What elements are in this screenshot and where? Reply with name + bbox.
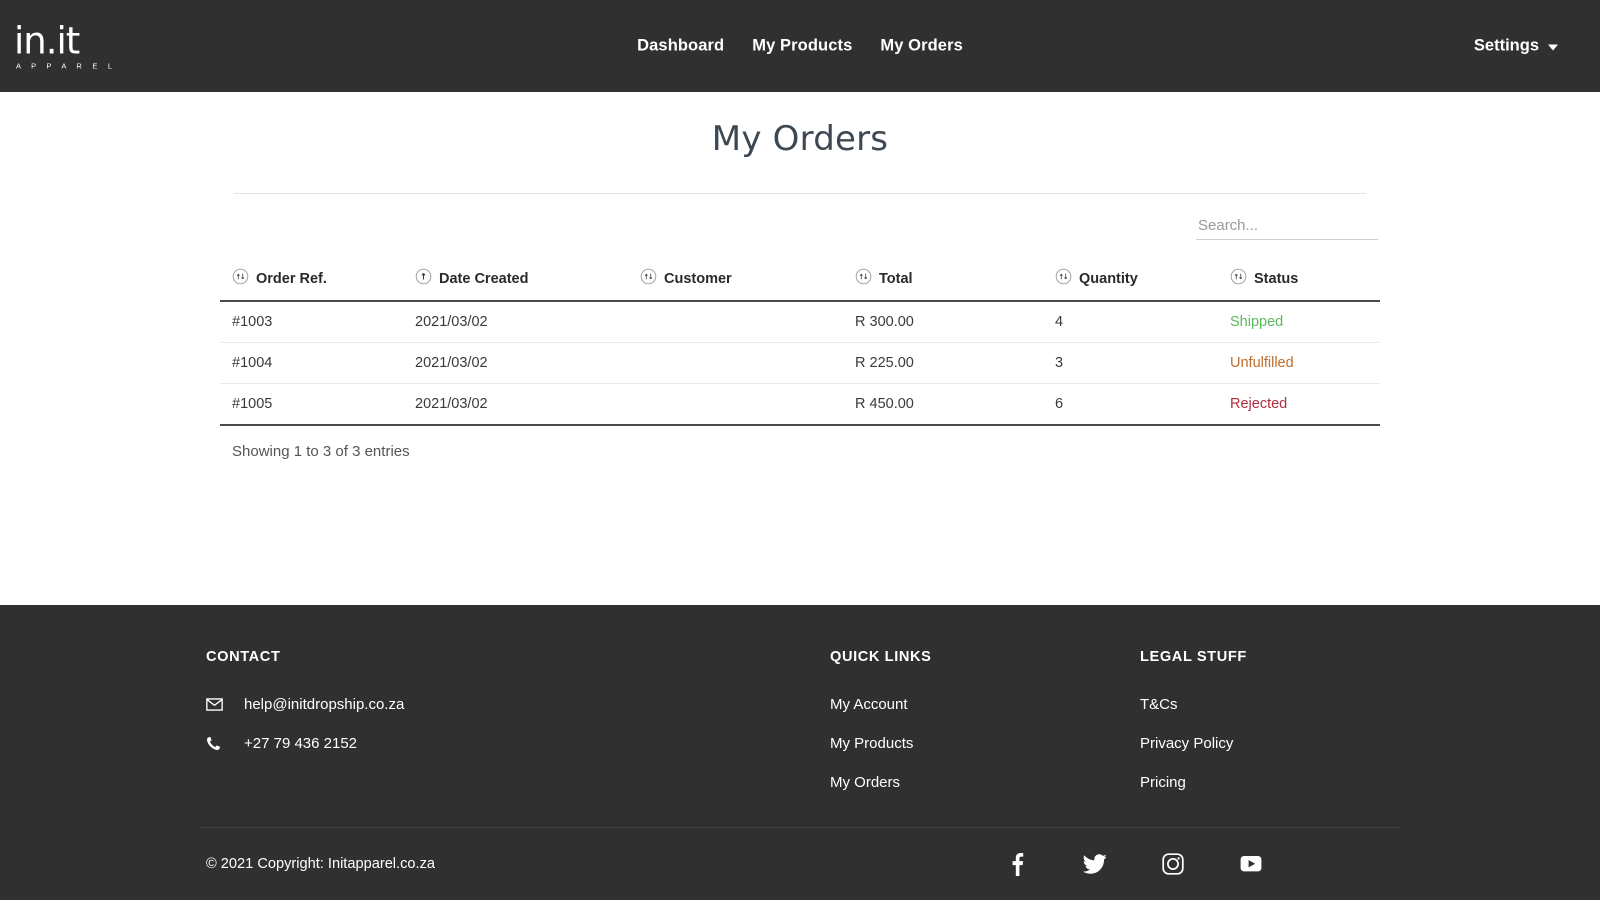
- column-header-order-ref[interactable]: Order Ref.: [220, 268, 415, 302]
- table-row[interactable]: #1005 2021/03/02 R 450.00 6 Rejected: [220, 383, 1380, 426]
- orders-panel: Order Ref. Date Created: [220, 194, 1380, 460]
- column-header-quantity[interactable]: Quantity: [1055, 268, 1230, 302]
- footer-heading-legal: LEGAL STUFF: [1140, 649, 1247, 665]
- column-header-status[interactable]: Status: [1230, 268, 1380, 302]
- column-header-customer-label: Customer: [664, 270, 732, 287]
- youtube-icon[interactable]: [1238, 851, 1264, 877]
- orders-table: Order Ref. Date Created Customer Total Q…: [220, 268, 1380, 426]
- search-box: [1196, 214, 1378, 240]
- cell-customer: [640, 342, 855, 384]
- footer-column-quick-links: QUICK LINKS My Account My Products My Or…: [830, 649, 1140, 813]
- footer-column-legal: LEGAL STUFF T&Cs Privacy Policy Pricing: [1140, 649, 1400, 813]
- cell-status: Shipped: [1230, 301, 1380, 343]
- footer-bottom-bar: © 2021 Copyright: Initapparel.co.za: [200, 827, 1400, 900]
- cell-date-created: 2021/03/02: [415, 301, 640, 343]
- cell-total: R 450.00: [855, 383, 1055, 426]
- sort-both-icon: [1230, 268, 1247, 289]
- cell-quantity: 6: [1055, 383, 1230, 426]
- nav-link-my-orders[interactable]: My Orders: [880, 37, 963, 56]
- cell-customer: [640, 301, 855, 343]
- cell-quantity: 3: [1055, 342, 1230, 384]
- footer-heading-contact: CONTACT: [206, 649, 281, 665]
- phone-icon: [206, 736, 234, 751]
- twitter-icon[interactable]: [1082, 851, 1108, 877]
- settings-dropdown[interactable]: Settings: [1474, 37, 1558, 56]
- column-header-customer[interactable]: Customer: [640, 268, 855, 302]
- search-row: [220, 214, 1380, 240]
- status-badge: Rejected: [1230, 396, 1288, 412]
- footer-link-privacy-policy[interactable]: Privacy Policy: [1140, 735, 1400, 752]
- column-header-date-created-label: Date Created: [439, 270, 529, 287]
- facebook-icon[interactable]: [1004, 851, 1030, 877]
- cell-total: R 300.00: [855, 301, 1055, 343]
- site-footer: CONTACT help@initdropship.co.za +27 79 4…: [0, 605, 1600, 900]
- brand-logo[interactable]: in.it A P P A R E L: [14, 22, 116, 70]
- instagram-icon[interactable]: [1160, 851, 1186, 877]
- column-header-total[interactable]: Total: [855, 268, 1055, 302]
- social-links: [1004, 851, 1394, 877]
- cell-date-created: 2021/03/02: [415, 383, 640, 426]
- cell-status: Unfulfilled: [1230, 342, 1380, 384]
- sort-both-icon: [232, 268, 249, 289]
- sort-both-icon: [1055, 268, 1072, 289]
- sort-asc-icon: [415, 268, 432, 289]
- nav-link-dashboard[interactable]: Dashboard: [637, 37, 724, 56]
- orders-table-body: #1003 2021/03/02 R 300.00 4 Shipped #100…: [220, 301, 1380, 426]
- table-row[interactable]: #1004 2021/03/02 R 225.00 3 Unfulfilled: [220, 342, 1380, 384]
- cell-total: R 225.00: [855, 342, 1055, 384]
- footer-link-my-orders[interactable]: My Orders: [830, 774, 1140, 791]
- column-header-order-ref-label: Order Ref.: [256, 270, 327, 287]
- column-header-total-label: Total: [879, 270, 913, 287]
- column-header-date-created[interactable]: Date Created: [415, 268, 640, 302]
- sort-both-icon: [640, 268, 657, 289]
- footer-contact-email-text: help@initdropship.co.za: [244, 696, 405, 713]
- footer-contact-phone[interactable]: +27 79 436 2152: [206, 735, 830, 752]
- footer-link-tcs[interactable]: T&Cs: [1140, 696, 1400, 713]
- cell-order-ref: #1003: [220, 301, 415, 343]
- sort-both-icon: [855, 268, 872, 289]
- brand-logo-subtitle: A P P A R E L: [16, 61, 117, 71]
- orders-table-head: Order Ref. Date Created Customer Total Q…: [220, 268, 1380, 302]
- cell-status: Rejected: [1230, 383, 1380, 426]
- envelope-icon: [206, 698, 234, 711]
- primary-nav: Dashboard My Products My Orders: [637, 37, 963, 56]
- cell-order-ref: #1004: [220, 342, 415, 384]
- main-content: My Orders Search... Order Ref. Date Crea…: [0, 92, 1600, 605]
- cell-quantity: 4: [1055, 301, 1230, 343]
- status-badge: Unfulfilled: [1230, 355, 1294, 371]
- settings-label: Settings: [1473, 36, 1539, 55]
- footer-link-pricing[interactable]: Pricing: [1140, 774, 1400, 791]
- footer-link-my-products[interactable]: My Products: [830, 735, 1140, 752]
- top-navbar: in.it A P P A R E L Dashboard My Product…: [0, 0, 1600, 92]
- cell-customer: [640, 383, 855, 426]
- cell-date-created: 2021/03/02: [415, 342, 640, 384]
- chevron-down-icon: [1548, 44, 1558, 51]
- column-header-status-label: Status: [1254, 270, 1299, 287]
- footer-columns: CONTACT help@initdropship.co.za +27 79 4…: [200, 605, 1400, 813]
- nav-link-my-products[interactable]: My Products: [752, 37, 852, 56]
- cell-order-ref: #1005: [220, 383, 415, 426]
- brand-logo-mark: in.it: [14, 19, 80, 63]
- search-input[interactable]: [1196, 214, 1378, 240]
- entries-info: Showing 1 to 3 of 3 entries: [232, 443, 410, 460]
- footer-heading-quick-links: QUICK LINKS: [830, 649, 932, 665]
- copyright-text: © 2021 Copyright: Initapparel.co.za: [206, 856, 435, 872]
- footer-contact-phone-text: +27 79 436 2152: [244, 735, 358, 752]
- column-header-quantity-label: Quantity: [1079, 270, 1138, 287]
- status-badge: Shipped: [1230, 314, 1284, 330]
- footer-column-contact: CONTACT help@initdropship.co.za +27 79 4…: [200, 649, 830, 813]
- table-row[interactable]: #1003 2021/03/02 R 300.00 4 Shipped: [220, 301, 1380, 343]
- page-title: My Orders: [711, 119, 889, 159]
- table-header-row: Order Ref. Date Created Customer Total Q…: [220, 268, 1380, 302]
- footer-contact-email[interactable]: help@initdropship.co.za: [206, 696, 830, 713]
- footer-link-my-account[interactable]: My Account: [830, 696, 1140, 713]
